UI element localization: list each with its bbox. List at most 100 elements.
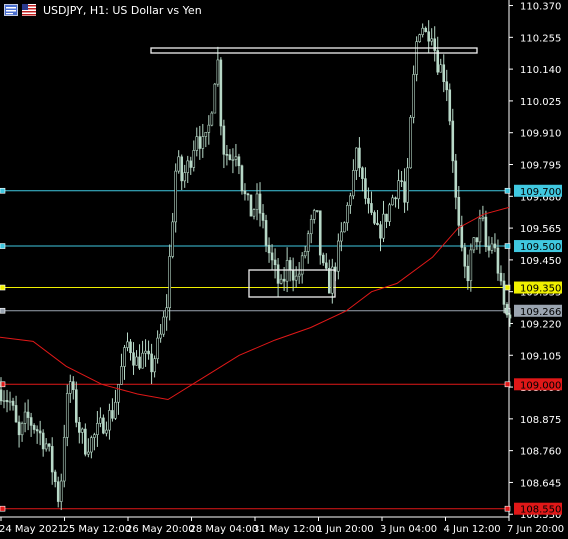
candle-body [315, 210, 319, 212]
candle-body [99, 417, 102, 424]
candle-body [454, 160, 458, 198]
candle-body [505, 304, 509, 316]
candle-body [38, 430, 42, 434]
candle-body [451, 120, 455, 162]
candle-body [225, 154, 229, 156]
candle-body [204, 132, 208, 137]
candle-body [126, 341, 129, 348]
level-handle[interactable] [504, 381, 511, 388]
price-tick-label: 109.565 [520, 224, 561, 235]
candle-body [201, 136, 205, 149]
candle-body [240, 165, 244, 192]
candle-body [219, 59, 223, 127]
level-handle[interactable] [504, 505, 511, 512]
price-tick-label: 110.370 [520, 2, 561, 13]
candle-body [508, 314, 512, 319]
price-tick-label: 109.105 [520, 351, 561, 362]
candle-body [53, 471, 57, 483]
candle-body [391, 197, 394, 206]
time-tick-label: 28 May 04:00 [190, 524, 259, 535]
candle-body [32, 425, 36, 430]
candle-body [264, 220, 268, 246]
level-handle[interactable] [504, 243, 511, 249]
candle-body [487, 246, 491, 251]
candle-body [270, 252, 274, 261]
candle-body [129, 341, 132, 354]
candle-body [418, 34, 421, 42]
price-tick-label: 109.450 [520, 256, 561, 267]
candle-body [433, 38, 437, 51]
candle-body [117, 384, 120, 403]
candle-body [249, 194, 253, 217]
candle-body [478, 218, 482, 243]
chart-canvas[interactable]: 110.370 110.255 110.140 110.025 109.910 109.7… [0, 0, 568, 539]
level-handle[interactable] [504, 284, 511, 291]
candle-body [78, 422, 81, 433]
candle-body [321, 254, 325, 264]
candle-body [493, 243, 497, 249]
candle-body [490, 243, 494, 251]
chart-window-icon[interactable] [4, 4, 18, 16]
candle-body [186, 160, 190, 173]
candle-body [502, 280, 506, 305]
candle-body [285, 260, 289, 282]
level-label: 109.700 [520, 187, 561, 198]
candle-body [406, 167, 409, 203]
candle-body [210, 112, 214, 126]
level-handle[interactable] [0, 307, 6, 314]
candle-body [114, 401, 117, 419]
time-tick-label: 31 May 12:00 [253, 524, 322, 535]
level-handle[interactable] [0, 505, 6, 512]
candle-body [20, 423, 24, 436]
candle-body [466, 265, 470, 282]
chart-window[interactable]: 110.370 110.255 110.140 110.025 109.910 109.7… [0, 0, 568, 539]
candle-body [445, 81, 449, 91]
price-tick-label: 109.220 [520, 319, 561, 330]
candle-body [300, 255, 304, 275]
candle-body [243, 190, 247, 195]
level-handle[interactable] [0, 187, 6, 194]
candle-body [484, 216, 488, 247]
candle-body [150, 353, 153, 373]
candle-body [222, 125, 226, 155]
candle-body [144, 350, 147, 354]
candle-body [108, 410, 111, 431]
candle-body [409, 117, 412, 169]
candle-body [303, 251, 307, 257]
candle-body [147, 350, 150, 355]
candle-body [288, 260, 292, 271]
candle-body [237, 156, 241, 167]
candle-body [132, 352, 135, 366]
candle-body [340, 231, 343, 242]
candle-body [403, 181, 406, 203]
candle-body [17, 421, 21, 436]
level-handle[interactable] [0, 243, 6, 249]
price-tick-label: 109.910 [520, 129, 561, 140]
candle-body [343, 222, 346, 233]
candle-body [261, 212, 265, 221]
level-label: 108.550 [520, 505, 561, 516]
candle-body [421, 27, 424, 35]
candle-body [177, 156, 180, 172]
candle-body [234, 156, 238, 160]
level-handle[interactable] [504, 187, 511, 194]
price-tick-label: 108.875 [520, 415, 561, 426]
time-tick-label: 1 Jun 20:00 [317, 524, 374, 535]
candle-body [355, 147, 358, 171]
price-tick-label: 108.645 [520, 478, 561, 489]
candle-body [499, 272, 503, 282]
candle-body [171, 221, 174, 257]
candle-body [56, 481, 60, 502]
candle-body [448, 89, 452, 122]
candle-body [481, 216, 485, 219]
candle-body [180, 156, 184, 182]
candle-body [35, 429, 39, 432]
candle-body [231, 159, 235, 161]
candle-body [439, 64, 443, 73]
flag-icon[interactable] [22, 4, 36, 16]
time-tick-label: 3 Jun 04:00 [380, 524, 437, 535]
level-handle[interactable] [0, 284, 6, 291]
candle-body [442, 64, 446, 82]
candle-body [279, 278, 283, 284]
candle-body [213, 83, 217, 114]
